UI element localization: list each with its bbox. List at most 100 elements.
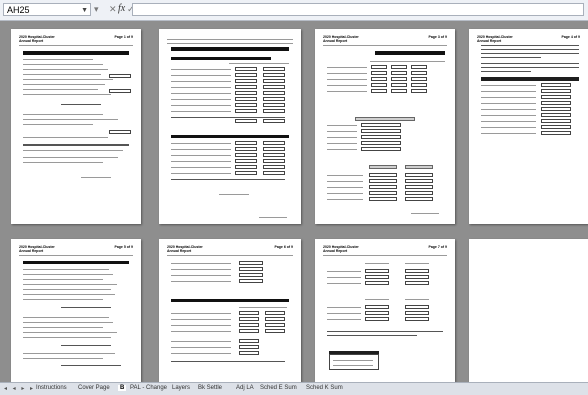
form-cell	[405, 185, 433, 189]
form-cell	[235, 153, 257, 157]
column-header-line	[370, 61, 445, 62]
form-cell	[239, 311, 259, 315]
formula-bar-area: AH25 ▼ ▾ ✕ ✓ fx	[0, 0, 588, 21]
form-line	[327, 143, 357, 144]
print-page-4[interactable]: 2020 Hospital-Cluster Annual Report Page…	[469, 29, 588, 224]
form-line	[171, 149, 231, 150]
form-cell	[361, 123, 401, 127]
page-title: 2020 Hospital-Cluster Annual Report	[323, 245, 359, 253]
sheet-tab[interactable]: Sched K Sum	[306, 385, 343, 391]
form-cell	[239, 273, 263, 277]
print-page-1[interactable]: 2020 Hospital-Cluster Annual Report Page…	[11, 29, 141, 224]
print-page-6[interactable]: 2020 Hospital-Cluster Annual Report Page…	[159, 239, 301, 382]
form-cell	[263, 67, 285, 71]
form-line	[23, 337, 111, 338]
sheet-tab[interactable]: PAL - Change	[130, 385, 167, 391]
form-cell	[391, 71, 407, 75]
form-cell	[235, 103, 257, 107]
form-line	[171, 75, 231, 76]
form-line	[23, 119, 118, 120]
form-cell	[239, 329, 259, 333]
form-cell	[411, 89, 427, 93]
form-line	[171, 167, 231, 168]
tab-scroll-icons[interactable]: ◂ ◂ ▸ ▸	[4, 385, 35, 392]
form-line	[171, 161, 231, 162]
form-line	[327, 149, 357, 150]
form-line	[23, 269, 109, 270]
sheet-tab[interactable]: Layers	[172, 385, 190, 391]
form-cell	[235, 119, 257, 123]
print-page-7[interactable]: 2020 Hospital-Cluster Annual Report Page…	[315, 239, 455, 382]
form-cell	[239, 345, 259, 349]
header-line	[19, 45, 133, 46]
form-cell	[365, 275, 389, 279]
form-line	[481, 133, 536, 134]
form-cell	[361, 141, 401, 145]
form-cell	[541, 83, 571, 87]
print-page-5[interactable]: 2020 Hospital-Cluster Annual Report Page…	[11, 239, 141, 382]
form-cell	[109, 74, 131, 78]
form-cell	[109, 89, 131, 93]
subtotal-line	[61, 104, 101, 105]
name-box[interactable]: AH25 ▼	[3, 3, 91, 16]
form-line	[481, 91, 536, 92]
form-cell	[405, 191, 433, 195]
form-cell	[361, 147, 401, 151]
sheet-tab[interactable]: Cover Page	[78, 385, 110, 391]
form-line	[327, 187, 363, 188]
form-line	[481, 103, 536, 104]
form-line	[171, 353, 231, 354]
form-cell	[361, 129, 401, 133]
footer-line	[219, 194, 249, 195]
formula-input[interactable]	[132, 3, 584, 16]
form-cell	[369, 173, 397, 177]
form-cell	[263, 103, 285, 107]
form-line	[23, 89, 98, 90]
form-cell	[235, 73, 257, 77]
form-line	[481, 127, 536, 128]
form-cell	[371, 89, 387, 93]
form-line	[171, 143, 231, 144]
chevron-down-icon[interactable]: ▼	[81, 4, 88, 17]
section-header-bar	[171, 299, 289, 302]
form-cell	[411, 65, 427, 69]
form-line	[23, 317, 109, 318]
sheet-tab[interactable]: Adj LA	[236, 385, 254, 391]
form-cell	[239, 351, 259, 355]
form-cell	[263, 73, 285, 77]
form-cell	[235, 141, 257, 145]
form-line	[171, 325, 231, 326]
form-line	[327, 79, 367, 80]
form-line	[327, 199, 363, 200]
form-cell	[235, 85, 257, 89]
form-cell	[361, 135, 401, 139]
print-page-3[interactable]: 2020 Hospital-Cluster Annual Report Page…	[315, 29, 455, 224]
page-number: Page 6 of 9	[274, 245, 293, 249]
form-line	[327, 307, 361, 308]
page-break-preview-workspace[interactable]: 2020 Hospital-Cluster Annual Report Page…	[0, 21, 588, 382]
sheet-tab[interactable]: Instructions	[36, 385, 67, 391]
shaded-column-header	[405, 165, 433, 169]
paragraph-line	[327, 331, 443, 332]
column-header-line	[365, 263, 389, 264]
paragraph-line	[481, 49, 579, 50]
column-header-line	[229, 63, 289, 64]
sheet-tab-active[interactable]: B	[118, 385, 127, 391]
form-line	[171, 275, 231, 276]
form-cell	[405, 269, 429, 273]
form-line	[23, 157, 118, 158]
form-line	[23, 137, 108, 138]
sheet-tab[interactable]: Bk Settle	[198, 385, 222, 391]
form-cell	[263, 119, 285, 123]
sheet-tab[interactable]: Sched E Sum	[260, 385, 297, 391]
print-page-2[interactable]	[159, 29, 301, 224]
form-cell	[365, 317, 389, 321]
print-page-8[interactable]	[469, 239, 588, 382]
form-cell	[265, 323, 285, 327]
form-line	[481, 109, 536, 110]
function-icon[interactable]: fx	[118, 3, 125, 14]
form-line	[481, 115, 536, 116]
section-header-bar	[171, 47, 289, 51]
form-line	[327, 73, 367, 74]
form-cell	[265, 317, 285, 321]
